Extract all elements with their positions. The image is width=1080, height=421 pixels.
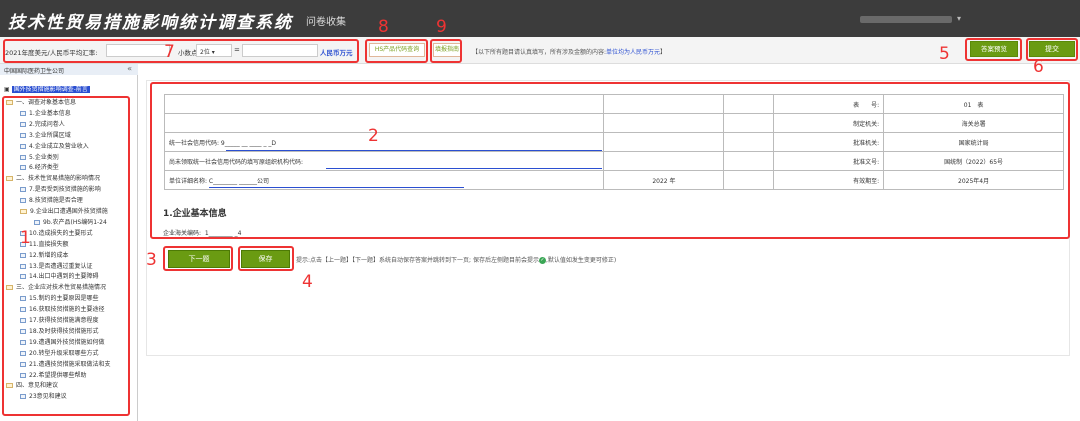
notice-prefix: 【以下所有题目请认真填写，所有涉及金额的内容: <box>472 49 607 56</box>
annotation-number-3: 3 <box>146 250 157 270</box>
app-title: 技术性贸易措施影响统计调查系统 <box>8 13 293 33</box>
hint-text: 提示:点击【上一题】【下一题】系统自动保存答案并跳转到下一页; 保存后左侧题目前… <box>296 255 616 264</box>
annotation-box-7 <box>3 39 359 63</box>
notice-text: 【以下所有题目请认真填写，所有涉及金额的内容:单位均为人民币万元】 <box>472 47 666 56</box>
notice-unit: 单位均为人民币万元 <box>606 49 661 56</box>
user-menu[interactable]: ▾ <box>860 14 980 24</box>
annotation-number-6: 6 <box>1033 57 1044 77</box>
annotation-box-1 <box>2 96 130 416</box>
annotation-box-9 <box>430 39 462 63</box>
tree-root-preface[interactable]: ▣ 国外技贸措施影响调查-前言 <box>4 84 90 93</box>
org-name: 中国国际医药卫生公司 <box>4 68 65 75</box>
hint-main: 提示:点击【上一题】【下一题】系统自动保存答案并跳转到下一页; 保存后左侧题目前… <box>296 257 539 264</box>
check-icon: ✓ <box>538 257 546 264</box>
annotation-number-9: 9 <box>436 17 447 37</box>
annotation-box-2 <box>150 82 1070 239</box>
sidebar-org-name: 中国国际医药卫生公司 « <box>0 64 138 75</box>
user-name-redacted <box>860 16 952 23</box>
tree-root-label: 国外技贸措施影响调查-前言 <box>11 86 90 93</box>
nav-questionnaire-collection[interactable]: 问卷收集 <box>306 13 346 28</box>
app-header: 技术性贸易措施影响统计调查系统 问卷收集 ▾ <box>0 0 1080 37</box>
hint-suffix: ,默认值如发生变更可修正) <box>545 257 617 264</box>
annotation-number-7: 7 <box>164 42 175 62</box>
annotation-number-8: 8 <box>378 17 389 37</box>
book-icon: ▣ <box>4 86 10 93</box>
annotation-box-3 <box>163 246 233 271</box>
annotation-number-4: 4 <box>302 272 313 292</box>
collapse-icon[interactable]: « <box>127 64 132 73</box>
notice-suffix: 】 <box>660 49 667 56</box>
annotation-box-5 <box>965 38 1022 61</box>
annotation-number-2: 2 <box>368 126 379 146</box>
annotation-box-4 <box>238 246 294 271</box>
annotation-number-5: 5 <box>939 44 950 64</box>
annotation-box-8 <box>365 39 428 63</box>
annotation-number-1: 1 <box>20 228 31 248</box>
chevron-down-icon[interactable]: ▾ <box>957 14 961 23</box>
